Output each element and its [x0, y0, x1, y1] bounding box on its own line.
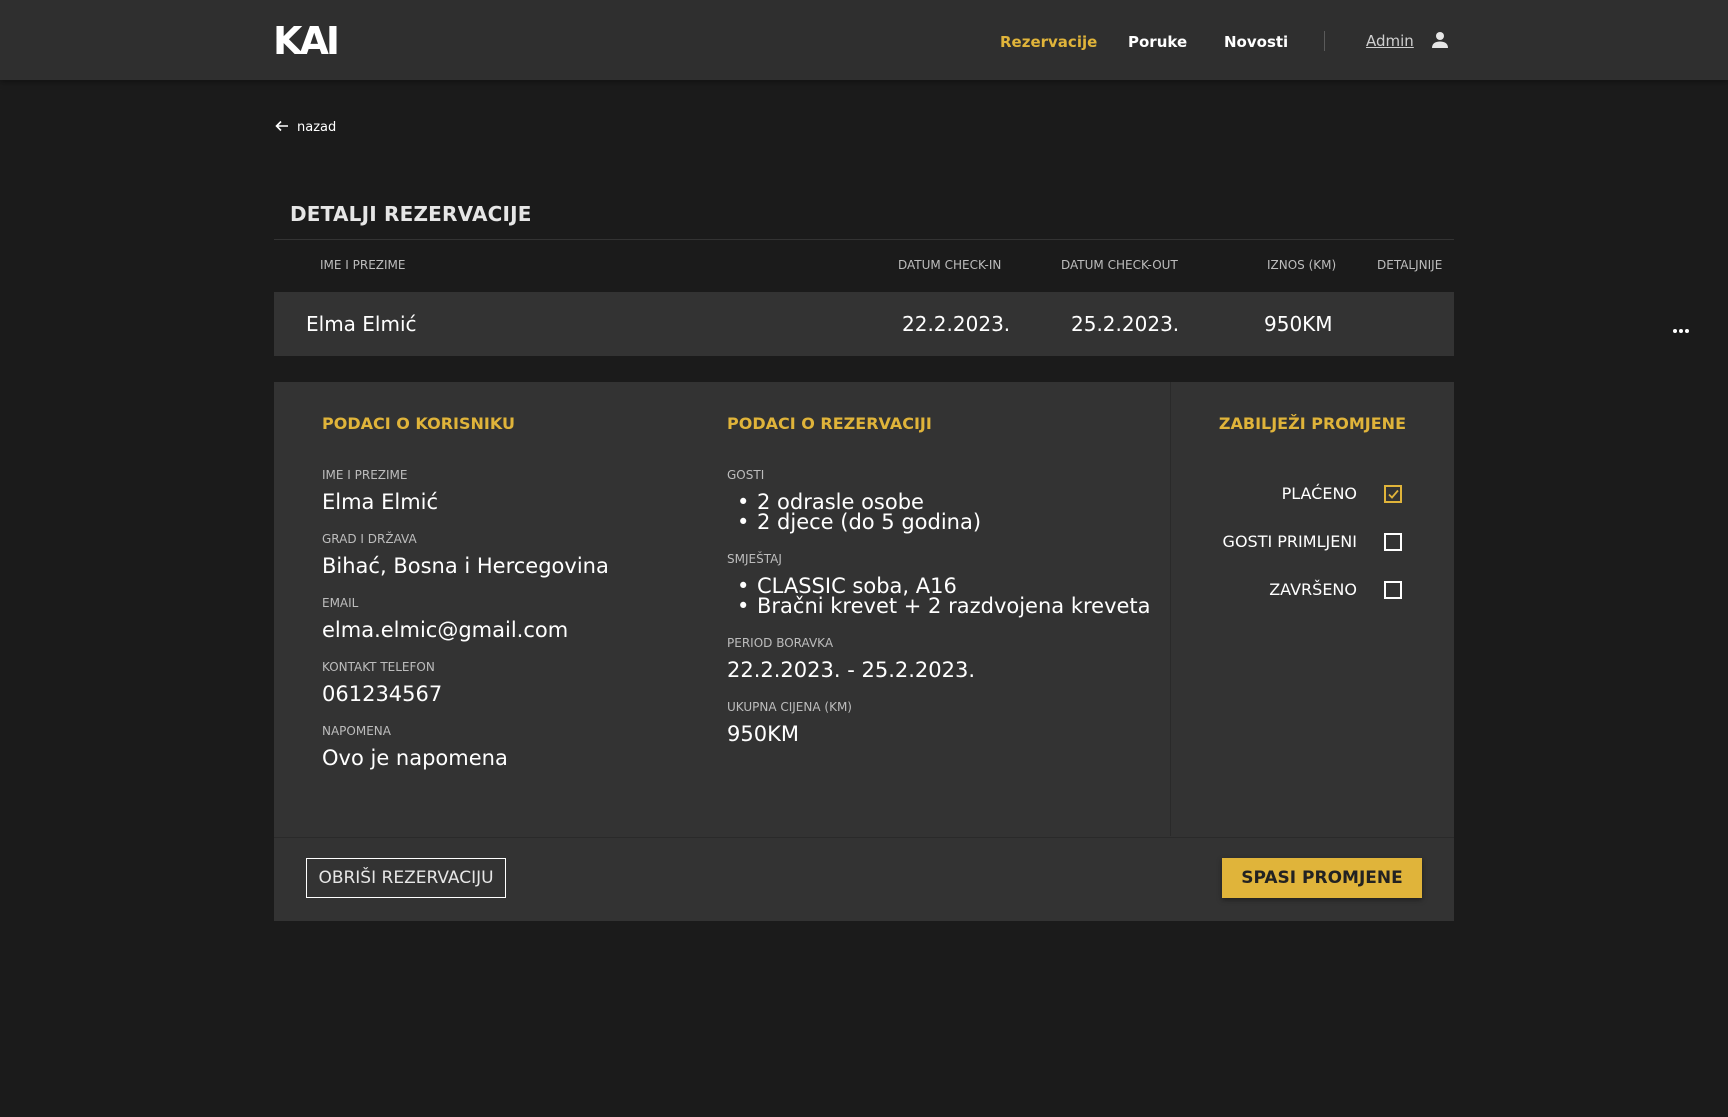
guests-received-label: GOSTI PRIMLJENI	[1222, 532, 1357, 551]
completed-label: ZAVRŠENO	[1269, 580, 1357, 599]
total-label: UKUPNA CIJENA (KM)	[727, 700, 852, 714]
header-details: DETALJNIJE	[1377, 258, 1443, 272]
nav-item-rezervacije[interactable]: Rezervacije	[1000, 33, 1097, 51]
completed-checkbox[interactable]	[1384, 581, 1402, 599]
user-city-value: Bihać, Bosna i Hercegovina	[322, 554, 609, 578]
nav-divider	[1324, 31, 1325, 51]
back-link[interactable]: nazad	[275, 118, 336, 137]
header-amount: IZNOS (KM)	[1267, 258, 1337, 272]
list-item: 2 djece (do 5 godina)	[727, 512, 981, 533]
header-name: IME I PREZIME	[320, 258, 406, 272]
changes-title: ZABILJEŽI PROMJENE	[1218, 414, 1406, 433]
row-checkout: 25.2.2023.	[1071, 312, 1180, 336]
paid-checkbox[interactable]	[1384, 485, 1402, 503]
user-name-value: Elma Elmić	[322, 490, 439, 514]
user-email-label: EMAIL	[322, 596, 359, 610]
list-item: Bračni krevet + 2 razdvojena kreveta	[727, 596, 1151, 617]
nav-item-novosti[interactable]: Novosti	[1224, 33, 1288, 51]
top-bar: KAI Rezervacije Poruke Novosti Admin	[0, 0, 1728, 80]
delete-reservation-button[interactable]: OBRIŠI REZERVACIJU	[306, 858, 506, 898]
user-phone-value: 061234567	[322, 682, 443, 706]
user-phone-label: KONTAKT TELEFON	[322, 660, 435, 674]
guests-label: GOSTI	[727, 468, 765, 482]
page-title: DETALJI REZERVACIJE	[290, 202, 532, 226]
accommodation-list: CLASSIC soba, A16 Bračni krevet + 2 razd…	[727, 576, 1151, 617]
user-email-value: elma.elmic@gmail.com	[322, 618, 569, 642]
panel-divider-vertical	[1170, 382, 1171, 836]
arrow-left-icon	[275, 118, 289, 137]
header-checkin: DATUM CHECK-IN	[898, 258, 1002, 272]
admin-link[interactable]: Admin	[1366, 32, 1414, 50]
table-row[interactable]: Elma Elmić 22.2.2023. 25.2.2023. 950KM	[274, 292, 1689, 356]
guests-received-checkbox[interactable]	[1384, 533, 1402, 551]
save-changes-button[interactable]: SPASI PROMJENE	[1222, 858, 1422, 898]
check-icon	[1388, 489, 1399, 499]
user-icon[interactable]	[1430, 30, 1450, 50]
reservation-info-title: PODACI O REZERVACIJI	[727, 414, 932, 433]
panel-divider-horizontal	[274, 837, 1454, 838]
user-info-title: PODACI O KORISNIKU	[322, 414, 515, 433]
title-divider	[274, 239, 1454, 240]
more-options-icon[interactable]	[1673, 318, 1693, 333]
nav-item-poruke[interactable]: Poruke	[1128, 33, 1187, 51]
row-amount: 950KM	[1264, 312, 1333, 336]
period-value: 22.2.2023. - 25.2.2023.	[727, 658, 976, 682]
list-item: 2 odrasle osobe	[727, 492, 981, 513]
total-value: 950KM	[727, 722, 799, 746]
row-name: Elma Elmić	[306, 312, 417, 336]
details-panel: PODACI O KORISNIKU IME I PREZIME Elma El…	[274, 382, 1454, 921]
header-checkout: DATUM CHECK-OUT	[1061, 258, 1178, 272]
row-checkin: 22.2.2023.	[902, 312, 1011, 336]
logo[interactable]: KAI	[273, 22, 340, 60]
user-note-value: Ovo je napomena	[322, 746, 508, 770]
paid-label: PLAĆENO	[1281, 484, 1357, 503]
guests-list: 2 odrasle osobe 2 djece (do 5 godina)	[727, 492, 981, 533]
user-city-label: GRAD I DRŽAVA	[322, 532, 417, 546]
user-note-label: NAPOMENA	[322, 724, 391, 738]
user-name-label: IME I PREZIME	[322, 468, 408, 482]
period-label: PERIOD BORAVKA	[727, 636, 834, 650]
accommodation-label: SMJEŠTAJ	[727, 552, 782, 566]
list-item: CLASSIC soba, A16	[727, 576, 1151, 597]
back-label: nazad	[297, 120, 337, 135]
